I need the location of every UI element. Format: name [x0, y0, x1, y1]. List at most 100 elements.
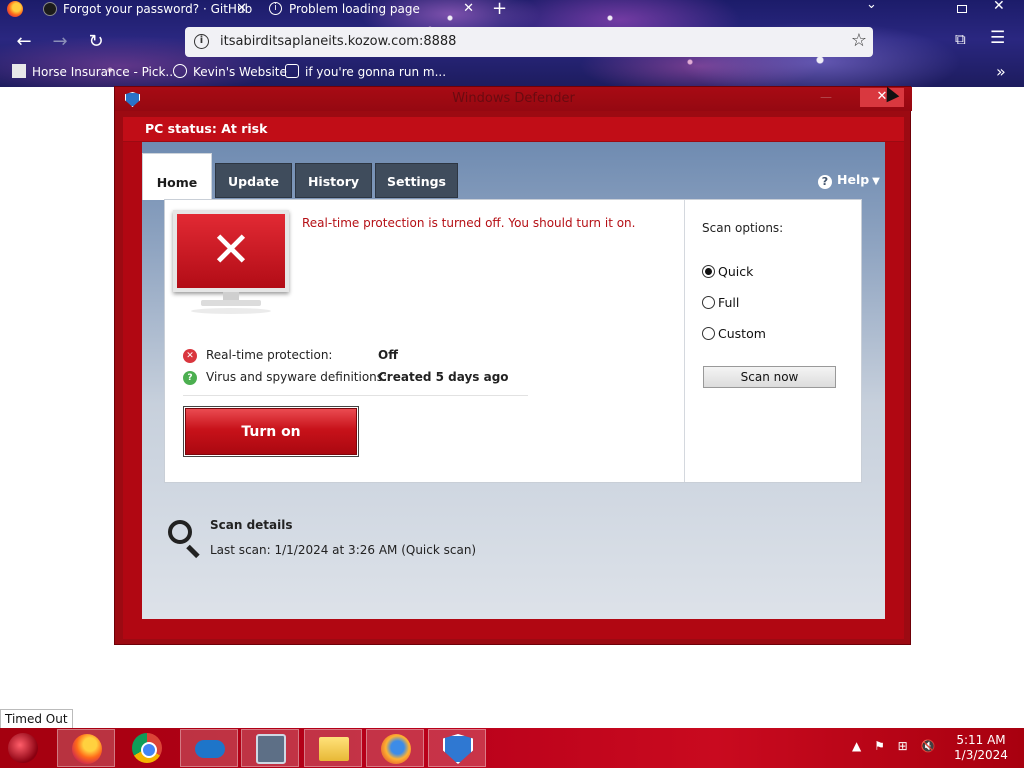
tab-history[interactable]: History: [295, 163, 372, 198]
tray-overflow-icon[interactable]: ▲: [852, 739, 861, 753]
window-restore-icon[interactable]: [957, 5, 967, 13]
control-panel-icon: [256, 734, 286, 764]
site-icon: [285, 64, 299, 78]
firefox-alt-icon: [381, 734, 411, 764]
turn-on-label: Turn on: [185, 408, 357, 455]
network-icon[interactable]: ⊞: [898, 739, 908, 753]
defender-body: Home Update History Settings ? Help ▼ ✕ R: [123, 142, 904, 639]
home-content: ✕ Real-time protection is turned off. Yo…: [164, 199, 862, 483]
bookmark-label: Horse Insurance - Pick...: [32, 65, 177, 79]
scan-details-title: Scan details: [210, 518, 293, 532]
nav-bar: ← → ↻ i itsabirditsaplaneits.kozow.com:8…: [0, 24, 1024, 60]
system-tray: ▲ ⚑ ⊞ 🔇: [852, 739, 945, 753]
bookmark-horse-insurance[interactable]: Horse Insurance - Pick...: [12, 64, 177, 79]
scan-now-button[interactable]: Scan now: [703, 366, 836, 388]
file-explorer-icon: [319, 737, 349, 761]
bookmark-star-icon[interactable]: ☆: [851, 30, 867, 51]
taskbar-control-panel[interactable]: [241, 729, 299, 767]
help-menu[interactable]: ? Help ▼: [818, 172, 880, 189]
taskbar-file-explorer[interactable]: [304, 729, 362, 767]
clock[interactable]: 5:11 AM 1/3/2024: [950, 733, 1012, 763]
divider: [183, 395, 528, 396]
onedrive-icon: [195, 740, 225, 758]
back-icon[interactable]: ←: [12, 30, 36, 54]
alert-message: Real-time protection is turned off. You …: [302, 216, 636, 230]
radio-label: Quick: [718, 264, 754, 279]
minimize-icon[interactable]: —: [820, 90, 832, 104]
scan-option-custom[interactable]: Custom: [702, 326, 766, 341]
tab-title: Problem loading page: [289, 2, 420, 16]
magnifier-icon: [168, 520, 204, 559]
status-value: Created 5 days ago: [378, 370, 509, 384]
radio-icon: [702, 327, 715, 340]
scan-option-full[interactable]: Full: [702, 295, 739, 310]
page-icon: [12, 64, 26, 78]
chevron-down-icon: ▼: [872, 176, 880, 187]
bookmarks-overflow-icon[interactable]: »: [996, 62, 1006, 81]
tab-github[interactable]: Forgot your password? · GitHub ✕: [33, 0, 257, 20]
status-tooltip: Timed Out: [0, 709, 73, 729]
bookmark-gonna-run[interactable]: if you're gonna run m...: [285, 64, 446, 79]
alert-monitor-icon: ✕: [173, 210, 289, 320]
defender-window: Windows Defender — ✕ PC status: At risk …: [114, 86, 912, 645]
bookmark-label: if you're gonna run m...: [305, 65, 447, 79]
scan-option-quick[interactable]: Quick: [702, 264, 753, 279]
tab-close-icon[interactable]: ✕: [236, 0, 247, 18]
radio-icon: [702, 265, 715, 278]
defender-panel: Home Update History Settings ? Help ▼ ✕ R: [142, 142, 885, 619]
tab-title: Forgot your password? · GitHub: [63, 2, 253, 16]
tab-settings[interactable]: Settings: [375, 163, 458, 198]
pc-status-text: PC status: At risk: [145, 121, 268, 136]
list-tabs-icon[interactable]: ⌄: [866, 0, 877, 12]
firefox-icon: [72, 734, 102, 764]
taskbar-firefox[interactable]: [57, 729, 115, 767]
turn-on-button[interactable]: Turn on: [183, 406, 359, 457]
monitor-neck: [223, 292, 239, 300]
tab-problem-loading[interactable]: i Problem loading page ✕: [259, 0, 484, 20]
reload-icon[interactable]: ↻: [84, 30, 108, 54]
window-close-icon[interactable]: ✕: [993, 0, 1005, 14]
last-scan-text: Last scan: 1/1/2024 at 3:26 AM (Quick sc…: [210, 543, 477, 557]
clock-date: 1/3/2024: [954, 748, 1008, 762]
tab-update[interactable]: Update: [215, 163, 292, 198]
status-row: ? Virus and spyware definitions: Created…: [183, 370, 523, 388]
flag-icon[interactable]: ⚑: [874, 739, 885, 753]
x-icon: ✕: [210, 222, 252, 278]
volume-muted-icon[interactable]: 🔇: [921, 739, 936, 753]
radio-icon: [702, 296, 715, 309]
taskbar-defender[interactable]: [428, 729, 486, 767]
extensions-icon[interactable]: ⧉: [955, 30, 973, 48]
defender-window-title: Windows Defender: [452, 91, 575, 106]
taskbar-firefox-alt[interactable]: [366, 729, 424, 767]
url-text[interactable]: itsabirditsaplaneits.kozow.com:8888: [220, 34, 456, 49]
firefox-logo-icon[interactable]: [7, 1, 23, 17]
url-bar[interactable]: i itsabirditsaplaneits.kozow.com:8888 ☆: [185, 27, 873, 57]
magnifier-handle: [186, 544, 200, 559]
pc-status-bar: PC status: At risk: [123, 117, 904, 141]
taskbar-onedrive[interactable]: [180, 729, 238, 767]
radio-label: Full: [718, 295, 740, 310]
bookmark-kevins-website[interactable]: Kevin's Website: [173, 64, 287, 79]
status-row: ✕ Real-time protection: Off: [183, 348, 523, 366]
taskbar: ▲ ⚑ ⊞ 🔇 5:11 AM 1/3/2024: [0, 728, 1024, 768]
error-icon: ✕: [183, 349, 197, 363]
new-tab-button[interactable]: +: [492, 0, 507, 19]
info-icon: i: [269, 2, 282, 15]
status-value: Off: [378, 348, 398, 362]
help-icon: ?: [818, 175, 832, 189]
scan-options-label: Scan options:: [702, 221, 784, 235]
forward-icon[interactable]: →: [48, 30, 72, 54]
site-info-icon[interactable]: i: [194, 34, 209, 49]
vertical-divider: [684, 200, 685, 482]
magnifier-lens: [168, 520, 192, 544]
globe-icon: [173, 64, 187, 78]
tab-close-icon[interactable]: ✕: [463, 0, 474, 18]
defender-titlebar[interactable]: Windows Defender — ✕: [115, 87, 912, 111]
taskbar-chrome[interactable]: [118, 729, 176, 767]
scan-details: Scan details Last scan: 1/1/2024 at 3:26…: [168, 516, 568, 566]
hamburger-menu-icon[interactable]: ☰: [990, 28, 1005, 48]
tab-home[interactable]: Home: [142, 153, 212, 200]
chrome-icon: [132, 733, 162, 763]
start-button[interactable]: [8, 733, 38, 763]
monitor-base: [201, 300, 261, 306]
